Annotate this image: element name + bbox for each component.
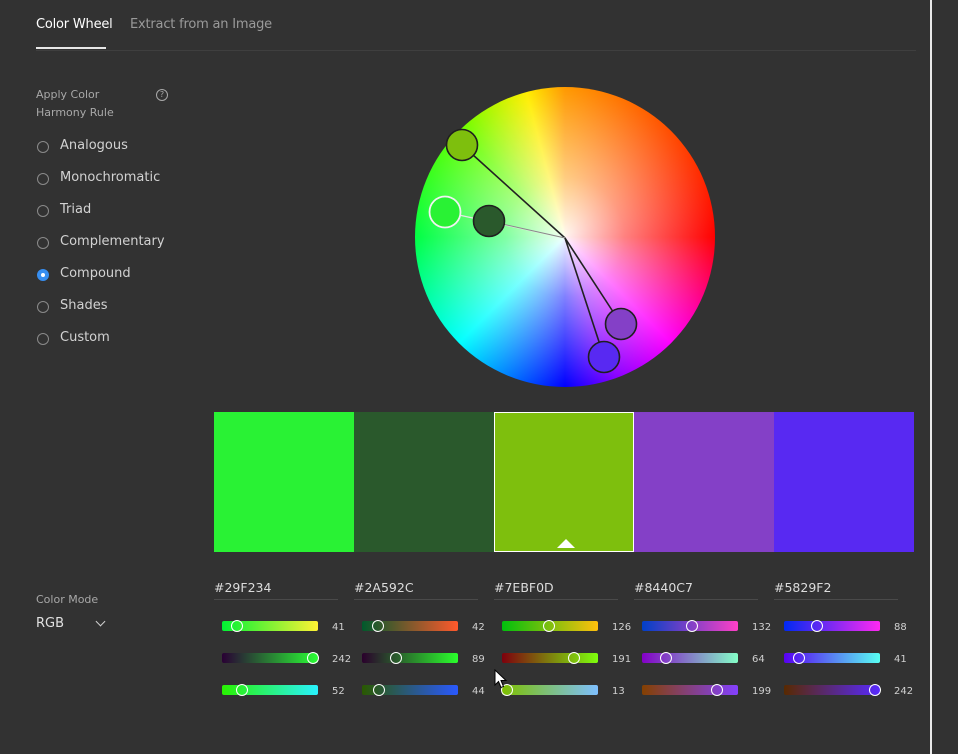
rule-label: Custom: [60, 330, 110, 345]
slider-thumb[interactable]: [371, 620, 384, 632]
color-handle-1[interactable]: [428, 195, 462, 229]
radio-button[interactable]: [37, 205, 49, 217]
green-value-3: 191: [612, 654, 632, 665]
green-value-2: 89: [472, 654, 485, 665]
blue-slider-2[interactable]: [362, 684, 458, 696]
red-value-4: 132: [752, 622, 772, 633]
help-icon[interactable]: ?: [156, 89, 168, 101]
slider-thumb[interactable]: [793, 652, 806, 664]
rule-custom[interactable]: Custom: [36, 330, 196, 350]
radio-button-checked[interactable]: [37, 269, 49, 281]
blue-value-3: 13: [612, 686, 625, 697]
green-value-4: 64: [752, 654, 765, 665]
swatch-2[interactable]: [354, 412, 494, 552]
slider-thumb[interactable]: [372, 684, 385, 696]
red-slider-2[interactable]: [362, 620, 458, 632]
green-slider-3[interactable]: [502, 652, 598, 664]
slider-thumb[interactable]: [389, 652, 402, 664]
rule-label: Triad: [60, 202, 92, 217]
color-handle-5[interactable]: [587, 340, 621, 374]
chevron-down-icon: [95, 616, 106, 627]
rule-label: Monochromatic: [60, 170, 161, 185]
rule-monochromatic[interactable]: Monochromatic: [36, 170, 196, 190]
slider-thumb[interactable]: [235, 684, 248, 696]
blue-slider-5[interactable]: [784, 684, 882, 696]
harmony-rule-heading: Apply Color Harmony Rule: [36, 88, 114, 119]
color-wheel-handles[interactable]: [415, 87, 715, 387]
red-value-3: 126: [612, 622, 632, 633]
swatch-3[interactable]: [494, 412, 634, 552]
radio-button[interactable]: [37, 237, 49, 249]
blue-value-1: 52: [332, 686, 345, 697]
green-slider-1[interactable]: [222, 652, 320, 664]
blue-value-5: 242: [894, 686, 914, 697]
tab-bar: Color Wheel Extract from an Image: [36, 0, 916, 51]
blue-slider-1[interactable]: [222, 684, 318, 696]
rule-compound[interactable]: Compound: [36, 266, 196, 286]
rule-label: Shades: [60, 298, 108, 313]
blue-value-4: 199: [752, 686, 772, 697]
panel-edge: [930, 0, 932, 754]
color-handle-4[interactable]: [604, 307, 638, 341]
rule-label: Complementary: [60, 234, 165, 249]
green-slider-4[interactable]: [642, 652, 738, 664]
slider-thumb[interactable]: [543, 620, 556, 632]
hex-input-4[interactable]: #8440C7: [634, 580, 758, 600]
color-handle-2[interactable]: [472, 204, 506, 238]
green-value-5: 41: [894, 654, 907, 665]
color-mode-label: Color Mode: [36, 593, 99, 606]
color-handle-3[interactable]: [445, 128, 479, 162]
tab-color-wheel[interactable]: Color Wheel: [36, 17, 113, 32]
rule-shades[interactable]: Shades: [36, 298, 196, 318]
slider-thumb[interactable]: [869, 684, 882, 696]
hex-input-5[interactable]: #5829F2: [774, 580, 898, 600]
color-swatches: [214, 412, 916, 552]
active-tab-indicator: [36, 47, 106, 49]
rule-triad[interactable]: Triad: [36, 202, 196, 222]
slider-thumb[interactable]: [231, 620, 244, 632]
mouse-cursor-icon: [494, 669, 508, 689]
slider-thumb[interactable]: [660, 652, 673, 664]
green-slider-5[interactable]: [784, 652, 880, 664]
hex-input-1[interactable]: #29F234: [214, 580, 338, 600]
blue-slider-3[interactable]: [500, 684, 598, 696]
red-slider-4[interactable]: [642, 620, 738, 632]
handle-line: [564, 237, 605, 358]
red-value-5: 88: [894, 622, 907, 633]
green-slider-2[interactable]: [362, 652, 458, 664]
rule-label: Analogous: [60, 138, 128, 153]
radio-button[interactable]: [37, 333, 49, 345]
red-value-2: 42: [472, 622, 485, 633]
hex-input-3[interactable]: #7EBF0D: [494, 580, 618, 600]
rule-analogous[interactable]: Analogous: [36, 138, 196, 158]
swatch-5[interactable]: [774, 412, 914, 552]
slider-thumb[interactable]: [307, 652, 320, 664]
hex-input-2[interactable]: #2A592C: [354, 580, 478, 600]
rule-label: Compound: [60, 266, 131, 281]
red-slider-5[interactable]: [784, 620, 880, 632]
red-value-1: 41: [332, 622, 345, 633]
swatch-4[interactable]: [634, 412, 774, 552]
swatch-1[interactable]: [214, 412, 354, 552]
radio-button[interactable]: [37, 173, 49, 185]
green-value-1: 242: [332, 654, 352, 665]
radio-button[interactable]: [37, 301, 49, 313]
rule-complementary[interactable]: Complementary: [36, 234, 196, 254]
color-mode-dropdown[interactable]: RGB: [36, 615, 108, 635]
red-slider-1[interactable]: [222, 620, 318, 632]
blue-slider-4[interactable]: [642, 684, 738, 696]
slider-thumb[interactable]: [811, 620, 824, 632]
slider-thumb[interactable]: [567, 652, 580, 664]
color-mode-value: RGB: [36, 616, 65, 631]
tab-extract-from-image[interactable]: Extract from an Image: [130, 17, 272, 32]
red-slider-3[interactable]: [502, 620, 598, 632]
slider-thumb[interactable]: [685, 620, 698, 632]
radio-button[interactable]: [37, 141, 49, 153]
base-color-caret-icon: [557, 539, 575, 548]
slider-thumb[interactable]: [710, 684, 723, 696]
